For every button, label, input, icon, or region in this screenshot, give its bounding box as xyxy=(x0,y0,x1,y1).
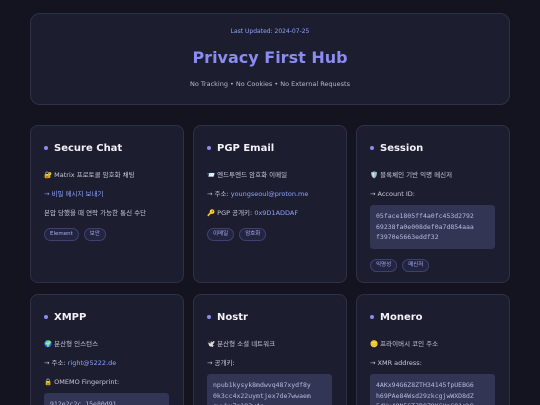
tag-messenger[interactable]: 메신저 xyxy=(402,258,430,272)
page-header: Last Updated: 2024-07-25 Privacy First H… xyxy=(30,13,510,105)
card-nostr: Nostr 🕊️ 분산형 소셜 네트워크 → 공개키: npub1kysyk8m… xyxy=(193,294,347,405)
tag-anonymity[interactable]: 익명성 xyxy=(370,258,398,272)
card-description: 🪙 프라이버시 코인 주소 xyxy=(370,340,439,348)
xmpp-address-row: → 주소: right@5222.de xyxy=(44,359,169,368)
xmpp-address-label: → 주소: xyxy=(44,359,68,367)
card-title: Secure Chat xyxy=(44,141,169,155)
bullet-dot-icon xyxy=(44,146,48,150)
omemo-fingerprint[interactable]: 912e2c2c 15e80d91 xyxy=(44,393,169,405)
card-title: XMPP xyxy=(44,310,169,324)
card-secure-chat: Secure Chat 🔐 Matrix 프로토콜 암호화 채팅 → 비밀 메시… xyxy=(30,125,184,283)
account-id-label: → Account ID: xyxy=(370,190,415,198)
card-description: 🕊️ 분산형 소셜 네트워크 xyxy=(207,340,276,348)
card-xmpp: XMPP 🌍 분산형 인스턴스 → 주소: right@5222.de 🔒 OM… xyxy=(30,294,184,405)
email-address-link[interactable]: youngseoul@proton.me xyxy=(231,190,309,198)
card-note: 본압 당했을 때 연락 가능한 통신 수단 xyxy=(44,209,147,217)
tagline: No Tracking • No Cookies • No External R… xyxy=(190,80,350,88)
xmr-address-label: → XMR address: xyxy=(370,359,422,367)
card-title: Session xyxy=(370,141,495,155)
tag-list: Element 보안 xyxy=(44,228,169,241)
page-title: Privacy First Hub xyxy=(192,48,348,67)
bullet-dot-icon xyxy=(207,315,211,319)
card-monero: Monero 🪙 프라이버시 코인 주소 → XMR address: 4AKx… xyxy=(356,294,510,405)
card-title: Nostr xyxy=(207,310,332,324)
account-id-key[interactable]: 05face1805ff4a0fc453d2792 69238fa0e008de… xyxy=(370,205,495,249)
last-updated: Last Updated: 2024-07-25 xyxy=(230,28,310,35)
nostr-public-key[interactable]: npub1kysyk8mdwvq487xydf8y 0k3cc4x22uymtj… xyxy=(207,374,332,405)
card-description: 🌍 분산형 인스턴스 xyxy=(44,340,99,348)
tag-list: 이메일 암호화 xyxy=(207,228,332,241)
tag-element[interactable]: Element xyxy=(44,228,79,241)
tag-list: 익명성 메신저 xyxy=(370,258,495,272)
pgp-key-row: 🔑 PGP 공개키: 0x9D1ADDAF xyxy=(207,209,332,218)
bullet-dot-icon xyxy=(207,146,211,150)
bullet-dot-icon xyxy=(370,146,374,150)
card-description: 📨 엔드투엔드 암호화 이메일 xyxy=(207,171,288,179)
send-secret-message-link[interactable]: → 비밀 메시지 보내기 xyxy=(44,190,169,199)
xmpp-address-link[interactable]: right@5222.de xyxy=(68,359,117,367)
pgp-key-label: 🔑 PGP 공개키: xyxy=(207,209,255,217)
email-address-label: → 주소: xyxy=(207,190,231,198)
xmr-address[interactable]: 4AKx94G6Z8ZTH34145fpUEBG6 h69PAe84Wsd29z… xyxy=(370,374,495,405)
email-address-row: → 주소: youngseoul@proton.me xyxy=(207,190,332,199)
card-title: PGP Email xyxy=(207,141,332,155)
pgp-key-link[interactable]: 0x9D1ADDAF xyxy=(254,209,298,217)
tag-encryption[interactable]: 암호화 xyxy=(239,228,267,241)
card-title: Monero xyxy=(370,310,495,324)
card-description: 🔐 Matrix 프로토콜 암호화 채팅 xyxy=(44,171,135,179)
bullet-dot-icon xyxy=(44,315,48,319)
tag-email[interactable]: 이메일 xyxy=(207,228,235,241)
public-key-label: → 공개키: xyxy=(207,359,235,367)
tag-security[interactable]: 보안 xyxy=(83,228,106,241)
omemo-label: 🔒 OMEMO Fingerprint: xyxy=(44,378,120,386)
card-pgp-email: PGP Email 📨 엔드투엔드 암호화 이메일 → 주소: youngseo… xyxy=(193,125,347,283)
card-description: 🛡️ 블록체인 기반 익명 메신저 xyxy=(370,171,453,179)
card-session: Session 🛡️ 블록체인 기반 익명 메신저 → Account ID: … xyxy=(356,125,510,283)
bullet-dot-icon xyxy=(370,315,374,319)
